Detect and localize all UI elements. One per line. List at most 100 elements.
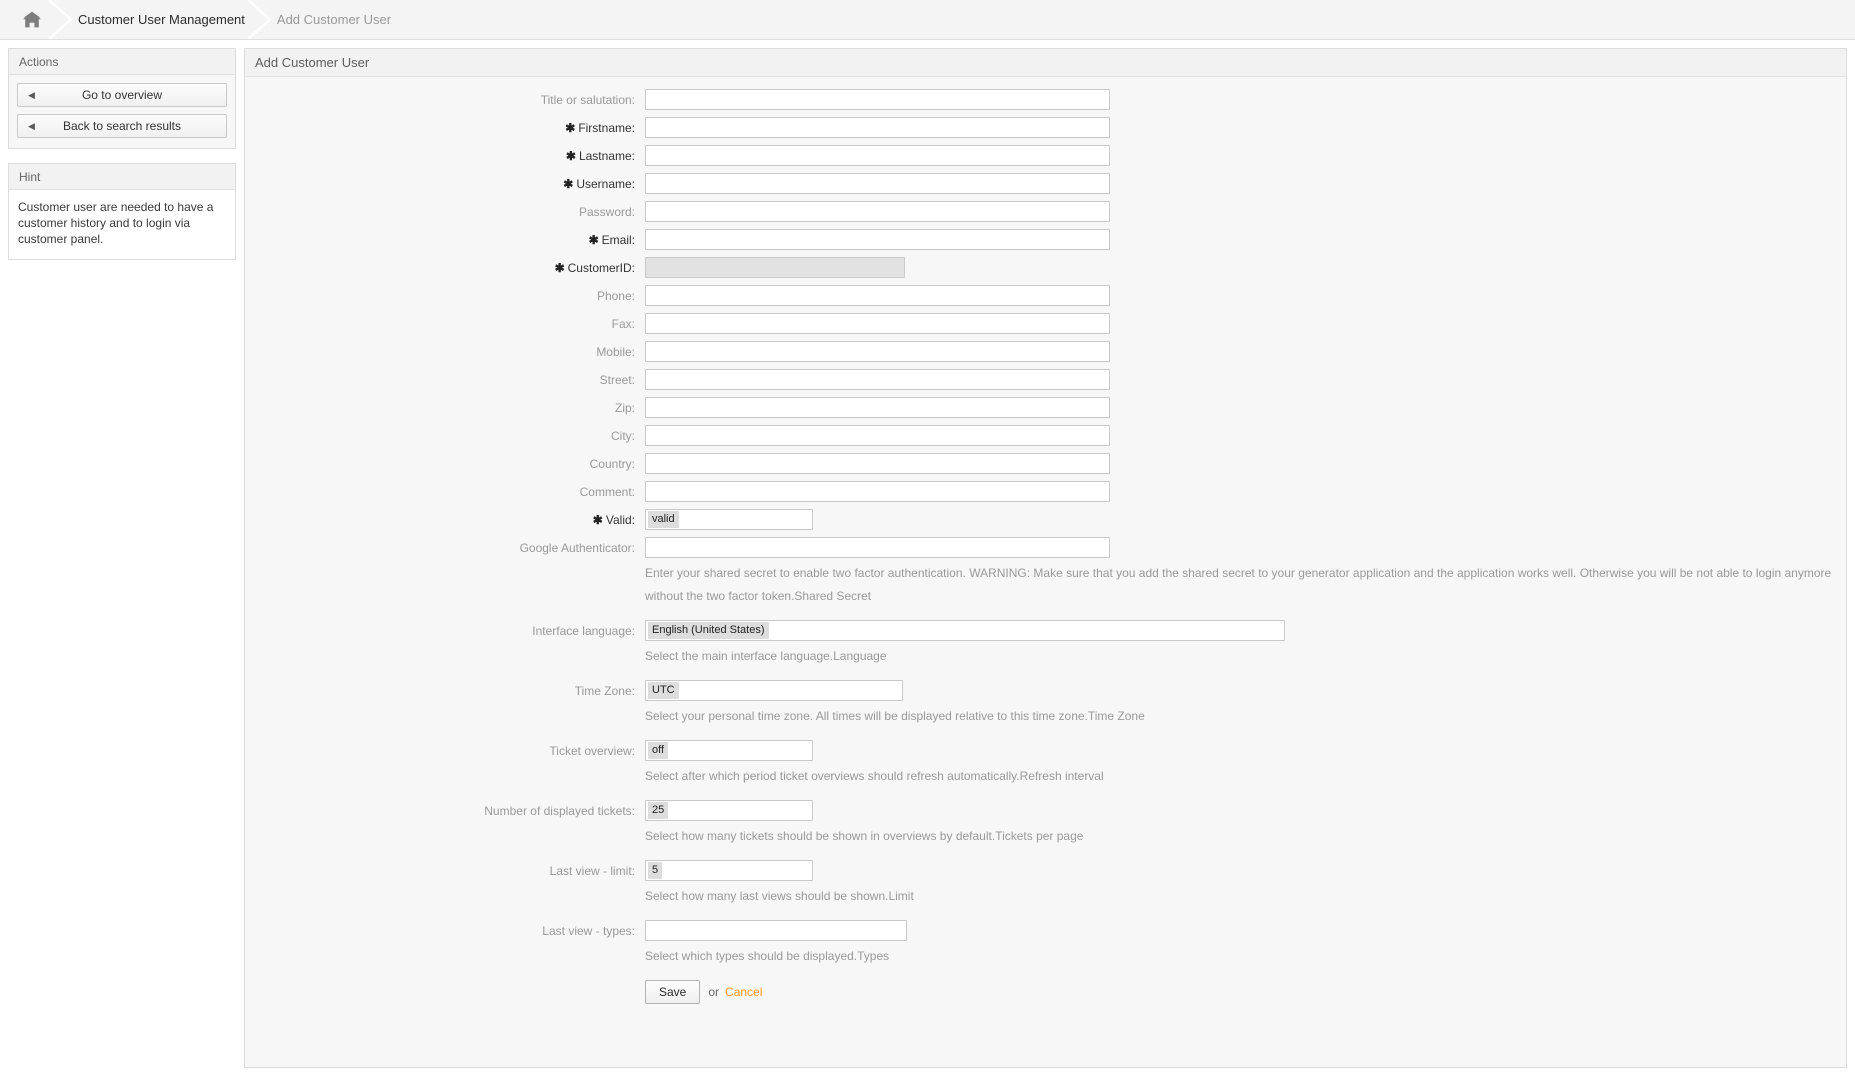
actions-widget-title: Actions bbox=[9, 49, 235, 75]
label-phone: Phone: bbox=[596, 289, 635, 303]
field-row-city: City: bbox=[245, 425, 1846, 449]
label-lastname-text: Lastname: bbox=[578, 149, 635, 163]
last-view-types-select[interactable] bbox=[645, 920, 907, 941]
breadcrumb-label: Add Customer User bbox=[276, 12, 392, 27]
label-last-view-types: Last view - types: bbox=[542, 924, 635, 938]
field-row-username: ✱ Username: bbox=[245, 173, 1846, 197]
go-to-overview-label: Go to overview bbox=[81, 88, 163, 102]
valid-value: valid bbox=[648, 511, 679, 528]
label-time-zone: Time Zone: bbox=[574, 684, 635, 698]
field-row-email: ✱ Email: bbox=[245, 229, 1846, 253]
country-input[interactable] bbox=[645, 453, 1110, 474]
last-view-limit-select[interactable]: 5 bbox=[645, 860, 813, 881]
firstname-input[interactable] bbox=[645, 117, 1110, 138]
go-to-overview-button[interactable]: ◀ Go to overview bbox=[17, 83, 227, 107]
arrow-left-icon: ◀ bbox=[28, 90, 35, 100]
interface-language-value: English (United States) bbox=[648, 622, 769, 639]
field-row-street: Street: bbox=[245, 369, 1846, 393]
help-time-zone: Select your personal time zone. All time… bbox=[645, 709, 1145, 723]
field-row-customer-id: ✱ CustomerID: bbox=[245, 257, 1846, 281]
ticket-overview-select[interactable]: off bbox=[645, 740, 813, 761]
actions-widget-body: ◀ Go to overview ◀ Back to search result… bbox=[9, 75, 235, 148]
required-asterisk-icon: ✱ bbox=[554, 261, 565, 275]
label-title-salutation: Title or salutation: bbox=[540, 93, 635, 107]
submit-row: Save or Cancel bbox=[645, 980, 1846, 1004]
last-view-limit-value: 5 bbox=[648, 862, 663, 879]
field-row-last-view-limit: Last view - limit: 5 Select how many las… bbox=[245, 860, 1846, 908]
label-valid: ✱ Valid: bbox=[245, 509, 645, 533]
field-row-password: Password: bbox=[245, 201, 1846, 225]
lastname-input[interactable] bbox=[645, 145, 1110, 166]
required-asterisk-icon: ✱ bbox=[588, 233, 599, 247]
main-content: Add Customer User Title or salutation: ✱… bbox=[244, 40, 1855, 1068]
displayed-tickets-select[interactable]: 25 bbox=[645, 800, 813, 821]
home-icon bbox=[22, 11, 42, 29]
field-row-interface-language: Interface language: English (United Stat… bbox=[245, 620, 1846, 668]
required-asterisk-icon: ✱ bbox=[565, 121, 576, 135]
city-input[interactable] bbox=[645, 425, 1110, 446]
back-to-search-results-label: Back to search results bbox=[62, 119, 182, 133]
breadcrumb-home[interactable] bbox=[14, 0, 73, 39]
label-email: ✱ Email: bbox=[245, 229, 645, 253]
interface-language-select[interactable]: English (United States) bbox=[645, 620, 1285, 641]
breadcrumb-item-add-customer-user: Add Customer User bbox=[263, 0, 409, 39]
label-comment: Comment: bbox=[579, 485, 635, 499]
save-button[interactable]: Save bbox=[645, 980, 701, 1004]
username-input[interactable] bbox=[645, 173, 1110, 194]
mobile-input[interactable] bbox=[645, 341, 1110, 362]
zip-input[interactable] bbox=[645, 397, 1110, 418]
valid-select[interactable]: valid bbox=[645, 509, 813, 530]
submit-spacer bbox=[245, 980, 645, 1004]
help-google-authenticator: Enter your shared secret to enable two f… bbox=[645, 566, 1832, 603]
field-row-phone: Phone: bbox=[245, 285, 1846, 309]
label-street: Street: bbox=[599, 373, 635, 387]
hint-widget: Hint Customer user are needed to have a … bbox=[8, 163, 236, 260]
label-fax: Fax: bbox=[611, 317, 635, 331]
label-customer-id-text: CustomerID: bbox=[567, 261, 635, 275]
email-input[interactable] bbox=[645, 229, 1110, 250]
actions-widget: Actions ◀ Go to overview ◀ Back to searc… bbox=[8, 48, 236, 149]
label-firstname: ✱ Firstname: bbox=[245, 117, 645, 141]
breadcrumb-item-customer-user-management[interactable]: Customer User Management bbox=[64, 0, 272, 39]
displayed-tickets-value: 25 bbox=[648, 802, 669, 819]
password-input[interactable] bbox=[645, 201, 1110, 222]
arrow-left-icon: ◀ bbox=[28, 121, 35, 131]
fax-input[interactable] bbox=[645, 313, 1110, 334]
field-row-submit: Save or Cancel bbox=[245, 980, 1846, 1004]
label-username-text: Username: bbox=[576, 177, 635, 191]
label-last-view-limit: Last view - limit: bbox=[549, 864, 635, 878]
phone-input[interactable] bbox=[645, 285, 1110, 306]
add-customer-user-form: Title or salutation: ✱ Firstname: ✱ Last… bbox=[245, 77, 1846, 1024]
field-row-zip: Zip: bbox=[245, 397, 1846, 421]
page-body: Actions ◀ Go to overview ◀ Back to searc… bbox=[0, 40, 1855, 1086]
field-row-fax: Fax: bbox=[245, 313, 1846, 337]
field-row-mobile: Mobile: bbox=[245, 341, 1846, 365]
label-email-text: Email: bbox=[601, 233, 635, 247]
required-asterisk-icon: ✱ bbox=[592, 513, 603, 527]
title-salutation-input[interactable] bbox=[645, 89, 1110, 110]
label-valid-text: Valid: bbox=[605, 513, 635, 527]
time-zone-select[interactable]: UTC bbox=[645, 680, 903, 701]
street-input[interactable] bbox=[645, 369, 1110, 390]
field-row-last-view-types: Last view - types: Select which types sh… bbox=[245, 920, 1846, 968]
required-asterisk-icon: ✱ bbox=[565, 149, 576, 163]
back-to-search-results-button[interactable]: ◀ Back to search results bbox=[17, 114, 227, 138]
breadcrumb-label: Customer User Management bbox=[78, 12, 245, 27]
field-row-ticket-overview: Ticket overview: off Select after which … bbox=[245, 740, 1846, 788]
label-username: ✱ Username: bbox=[245, 173, 645, 197]
label-interface-language: Interface language: bbox=[532, 624, 635, 638]
cancel-link[interactable]: Cancel bbox=[725, 985, 762, 999]
comment-input[interactable] bbox=[645, 481, 1110, 502]
label-zip: Zip: bbox=[614, 401, 635, 415]
label-displayed-tickets: Number of displayed tickets: bbox=[484, 804, 635, 818]
google-authenticator-input[interactable] bbox=[645, 537, 1110, 558]
customer-id-select[interactable] bbox=[645, 257, 905, 278]
label-customer-id: ✱ CustomerID: bbox=[245, 257, 645, 281]
help-displayed-tickets: Select how many tickets should be shown … bbox=[645, 829, 1084, 843]
label-password: Password: bbox=[578, 205, 635, 219]
field-row-time-zone: Time Zone: UTC Select your personal time… bbox=[245, 680, 1846, 728]
breadcrumb: Customer User Management Add Customer Us… bbox=[0, 0, 1855, 40]
field-row-country: Country: bbox=[245, 453, 1846, 477]
label-mobile: Mobile: bbox=[596, 345, 635, 359]
time-zone-value: UTC bbox=[648, 682, 679, 699]
